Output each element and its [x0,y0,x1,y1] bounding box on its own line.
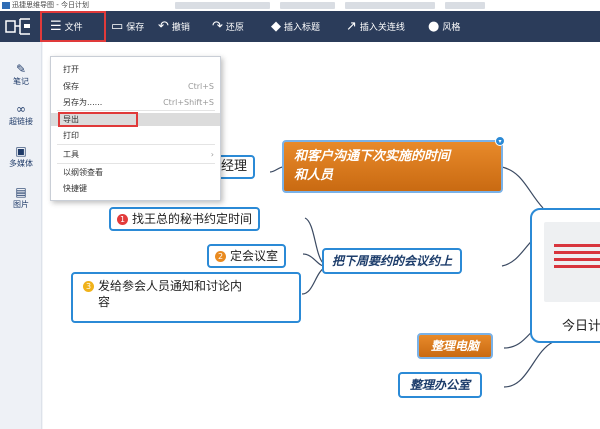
menu-icon: ☰ [50,19,62,34]
background-tab[interactable] [280,2,335,9]
topic-label: 整理电脑 [431,339,480,353]
insert-label-label: 插入标题 [284,23,321,33]
menu-item-open[interactable]: 打开 [51,63,220,76]
menu-item-shortcut: Ctrl+Shift+S [163,98,214,107]
topic-next-week-meeting[interactable]: 把下周要约的会议约上 [322,248,463,274]
redo-label: 还原 [225,23,244,33]
main-toolbar: ☰ 文件 ▭ 保存 ↶ 撤销 ↷ 还原 ◆ 插入标题 ↗ 插入关连线 ● 风格 [0,11,600,42]
pencil-icon: ✎ [15,62,27,76]
file-menu-button[interactable]: ☰ 文件 [40,11,106,42]
sidebar-item-hyperlink[interactable]: ∞ 超链接 [0,102,42,127]
relation-line-icon: ↗ [346,19,357,34]
image-icon: ▤ [15,185,27,199]
title-bar: 迅捷思维导图 - 今日计划 [0,0,600,11]
topic-label-line2: 容 [98,295,111,309]
priority-2-badge: 2 [215,251,226,262]
subtopic-meeting-room[interactable]: 2 定会议室 [207,244,287,268]
topic-label: 整理办公室 [410,378,471,392]
menu-item-label: 另存为...... [63,98,103,107]
media-icon: ▣ [15,144,27,158]
tag-icon: ◆ [271,19,281,34]
menu-item-print[interactable]: 打印 [51,129,220,142]
sidebar-item-label: 笔记 [13,77,29,86]
sidebar-item-label: 图片 [13,200,29,209]
menu-divider [57,163,215,164]
insert-relation-label: 插入关连线 [359,23,405,33]
menu-item-shortcut: Ctrl+S [187,82,214,91]
topic-label-line2: 和人员 [294,168,334,183]
plan-illustration-icon [554,244,600,272]
submenu-arrow-icon: › [210,150,214,159]
menu-divider [57,144,215,145]
background-tab[interactable] [345,2,435,9]
menu-item-label: 工具 [63,150,79,159]
save-button[interactable]: ▭ 保存 [111,11,144,42]
undo-icon: ↶ [158,19,169,34]
priority-1-badge: 1 [117,214,128,225]
background-tab[interactable] [445,2,485,9]
undo-label: 撤销 [171,23,190,33]
topic-organize-computer[interactable]: 整理电脑 [417,333,494,359]
sidebar-item-media[interactable]: ▣ 多媒体 [0,144,42,169]
topic-label-line1: 和客户沟通下次实施的时间 [294,149,451,164]
collapse-toggle-icon[interactable]: ▾ [495,136,505,146]
menu-item-export[interactable]: 导出 [51,112,220,127]
topic-label: 定会议室 [230,249,279,263]
sidebar-item-notes[interactable]: ✎ 笔记 [0,62,42,87]
menu-item-shortcuts[interactable]: 快捷键 [51,182,220,195]
style-label: 风格 [442,23,461,33]
central-topic[interactable]: 今日计 [530,208,600,343]
menu-item-label: 打印 [63,131,79,140]
topic-communicate[interactable]: 和客户沟通下次实施的时间 和人员 ▾ [282,136,505,193]
style-button[interactable]: ● 风格 [428,11,460,42]
save-label: 保存 [126,23,145,33]
topic-label: 把下周要约的会议约上 [332,254,453,268]
app-icon [2,2,10,9]
menu-item-outline-view[interactable]: 以纲领查看 [51,166,220,179]
menu-item-label: 快捷键 [63,184,87,193]
redo-button[interactable]: ↷ 还原 [212,11,244,42]
link-icon: ∞ [16,102,26,116]
topic-label-line1: 发给参会人员通知和讨论内 [98,279,243,293]
insert-relation-button[interactable]: ↗ 插入关连线 [346,11,405,42]
file-dropdown-menu: 打开 保存 Ctrl+S 另存为...... Ctrl+Shift+S 导出 打… [50,56,221,201]
topic-organize-office[interactable]: 整理办公室 [398,372,483,398]
highlight-frame [58,112,138,127]
subtopic-notify-attendees[interactable]: 3 发给参会人员通知和讨论内 容 [71,272,301,323]
menu-item-label: 保存 [63,82,79,91]
mindmap-logo-icon[interactable] [0,11,38,42]
window-title: 迅捷思维导图 - 今日计划 [12,1,89,9]
topic-label: 经理 [221,159,248,174]
redo-icon: ↷ [212,19,223,34]
file-label: 文件 [64,23,83,33]
background-tab[interactable] [175,2,270,9]
menu-item-label: 打开 [63,65,79,74]
sidebar-item-label: 超链接 [9,117,33,126]
sidebar-item-label: 多媒体 [9,159,33,168]
subtopic-secretary[interactable]: 1 找王总的秘书约定时间 [109,207,261,231]
topic-label: 找王总的秘书约定时间 [132,212,253,226]
side-panel: ✎ 笔记 ∞ 超链接 ▣ 多媒体 ▤ 图片 [0,42,42,429]
central-topic-label: 今日计 [562,319,600,334]
insert-label-button[interactable]: ◆ 插入标题 [271,11,320,42]
sidebar-item-image[interactable]: ▤ 图片 [0,185,42,210]
menu-divider [57,110,215,111]
palette-icon: ● [428,19,440,34]
menu-item-label: 以纲领查看 [63,168,103,177]
save-icon: ▭ [111,19,124,34]
menu-item-save[interactable]: 保存 Ctrl+S [51,80,220,93]
undo-button[interactable]: ↶ 撤销 [158,11,190,42]
menu-item-tools[interactable]: 工具 › [51,148,220,161]
menu-item-save-as[interactable]: 另存为...... Ctrl+Shift+S [51,96,220,109]
priority-3-badge: 3 [83,281,94,292]
